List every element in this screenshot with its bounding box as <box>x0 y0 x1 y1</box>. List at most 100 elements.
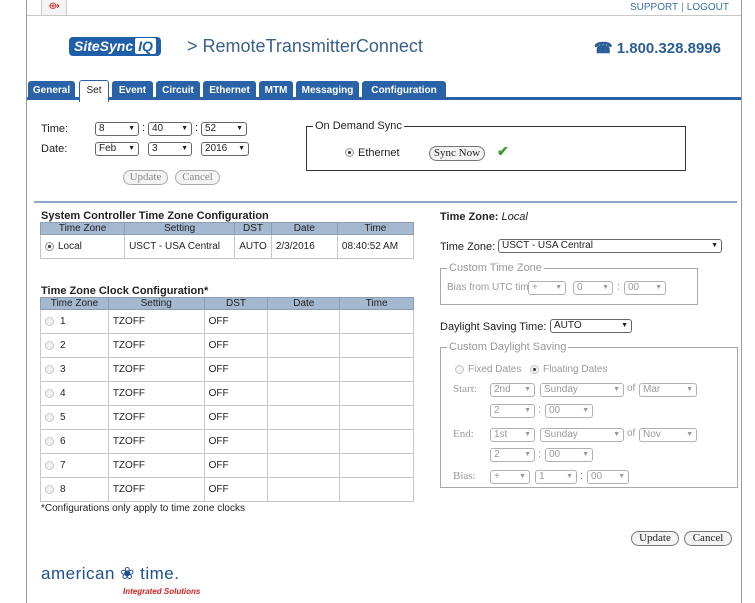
setting-cell: TZOFF <box>107 453 205 478</box>
bias2-minutes-value: 00 <box>591 471 603 482</box>
end-minute-select[interactable]: 00 ▼ <box>545 448 593 462</box>
bias2-hours-value: 1 <box>539 471 545 482</box>
sync-now-button[interactable]: Sync Now <box>429 146 485 161</box>
logout-link[interactable]: LOGOUT <box>687 2 729 13</box>
system-tz-title: System Controller Time Zone Configuratio… <box>41 210 269 222</box>
bias-sign-select[interactable]: + ▼ <box>528 281 566 295</box>
end-week-select[interactable]: 1st ▼ <box>490 428 535 442</box>
table-row: 8 TZOFF OFF <box>40 477 414 502</box>
end-day-select[interactable]: Sunday ▼ <box>540 428 624 442</box>
end-month-select[interactable]: Nov ▼ <box>639 428 697 442</box>
of-label: of <box>627 428 636 439</box>
zone-radio[interactable] <box>45 460 54 470</box>
start-day-select[interactable]: Sunday ▼ <box>540 383 624 397</box>
start-week-select[interactable]: 2nd ▼ <box>490 383 535 397</box>
year-select[interactable]: 2016 ▼ <box>201 142 249 156</box>
month-select[interactable]: Feb ▼ <box>95 142 139 156</box>
zone-radio[interactable] <box>45 436 54 446</box>
app-title: > RemoteTransmitterConnect <box>187 36 423 56</box>
column-header: Time Zone <box>40 297 109 310</box>
table-header-row: Time Zone Setting DST Date Time <box>39 222 415 235</box>
bias2-minutes-select[interactable]: 00 ▼ <box>587 470 629 484</box>
local-radio[interactable] <box>45 241 54 251</box>
favicon-tab[interactable]: ⟴ <box>41 0 67 16</box>
section-divider <box>34 201 737 203</box>
column-header: Time <box>339 297 414 310</box>
bias2-sign-select[interactable]: + ▼ <box>490 470 530 484</box>
bias-hours-select[interactable]: 0 ▼ <box>573 281 613 295</box>
zone-radio[interactable] <box>45 484 54 494</box>
chevron-down-icon: ▼ <box>582 451 589 458</box>
floating-dates-radio[interactable] <box>530 365 539 374</box>
setting-cell: TZOFF <box>107 309 205 334</box>
time-cancel-button[interactable]: Cancel <box>175 170 220 185</box>
hour-select[interactable]: 8 ▼ <box>95 122 139 136</box>
time-cell <box>339 357 414 382</box>
end-hour-select[interactable]: 2 ▼ <box>490 448 535 462</box>
tab-bar: General Set Event Circuit Ethernet MTM M… <box>27 79 741 102</box>
zone-cell: 4 <box>40 381 109 406</box>
tab-event[interactable]: Event <box>112 81 153 100</box>
tab-ethernet[interactable]: Ethernet <box>203 81 256 100</box>
top-bar: ⟴ SUPPORT | LOGOUT <box>27 0 741 16</box>
update-button[interactable]: Update <box>631 531 679 546</box>
colon-separator: : <box>580 470 584 482</box>
link-separator: | <box>681 2 684 13</box>
tab-messaging[interactable]: Messaging <box>296 81 359 100</box>
date-cell <box>267 357 341 382</box>
timezone-select[interactable]: USCT - USA Central ▼ <box>498 239 722 253</box>
timezone-value: USCT - USA Central <box>502 240 593 251</box>
on-demand-legend: On Demand Sync <box>313 120 404 132</box>
date-cell <box>267 453 341 478</box>
tab-configuration[interactable]: Configuration <box>362 81 446 100</box>
time-update-button[interactable]: Update <box>123 170 168 185</box>
floating-dates-label: Floating Dates <box>543 364 608 375</box>
tab-general[interactable]: General <box>28 81 75 100</box>
chevron-down-icon: ▼ <box>524 407 531 414</box>
zone-radio[interactable] <box>45 316 54 326</box>
header: SiteSync IQ > RemoteTransmitterConnect ☎ … <box>27 17 741 75</box>
minute-select[interactable]: 40 ▼ <box>148 122 192 136</box>
column-header: DST <box>234 222 272 235</box>
support-link[interactable]: SUPPORT <box>630 2 678 13</box>
date-cell <box>267 477 341 502</box>
tab-mtm[interactable]: MTM <box>259 81 293 100</box>
dst-cell: AUTO <box>234 234 272 259</box>
start-hour-value: 2 <box>494 405 500 416</box>
zone-radio[interactable] <box>45 340 54 350</box>
setting-cell: TZOFF <box>107 333 205 358</box>
end-week-value: 1st <box>494 429 508 440</box>
start-hour-select[interactable]: 2 ▼ <box>490 404 535 418</box>
ethernet-radio[interactable] <box>345 148 354 157</box>
zone-radio[interactable] <box>45 412 54 422</box>
date-cell: 2/3/2016 <box>270 234 338 259</box>
dst-cell: OFF <box>203 357 269 382</box>
bias2-hours-select[interactable]: 1 ▼ <box>535 470 577 484</box>
dst-cell: OFF <box>203 309 269 334</box>
zone-radio[interactable] <box>45 364 54 374</box>
dst-select[interactable]: AUTO ▼ <box>550 319 632 333</box>
setting-cell: USCT - USA Central <box>124 234 236 259</box>
time-cell <box>339 381 414 406</box>
day-select[interactable]: 3 ▼ <box>148 142 192 156</box>
end-label: End: <box>453 428 474 440</box>
colon-separator: : <box>142 122 146 134</box>
start-minute-select[interactable]: 00 ▼ <box>545 404 593 418</box>
bias-minutes-select[interactable]: 00 ▼ <box>624 281 666 295</box>
tab-circuit[interactable]: Circuit <box>156 81 200 100</box>
setting-cell: TZOFF <box>107 357 205 382</box>
clock-config-table: Time Zone Setting DST Date Time 1 TZOFF OF… <box>40 297 414 502</box>
tab-set[interactable]: Set <box>79 80 109 102</box>
cancel-button[interactable]: Cancel <box>684 531 732 546</box>
start-month-select[interactable]: Mar ▼ <box>639 383 697 397</box>
custom-dst-group: Custom Daylight Saving Fixed Dates Float… <box>440 341 738 488</box>
app-frame: ⟴ SUPPORT | LOGOUT SiteSync IQ > RemoteTran… <box>26 0 742 603</box>
date-cell <box>267 405 341 430</box>
top-links: SUPPORT | LOGOUT <box>630 2 729 13</box>
fixed-dates-radio[interactable] <box>455 365 464 374</box>
zone-radio[interactable] <box>45 388 54 398</box>
second-select[interactable]: 52 ▼ <box>201 122 247 136</box>
system-tz-table: Time Zone Setting DST Date Time Local US… <box>39 222 415 259</box>
sitesync-logo: SiteSync IQ <box>69 37 161 56</box>
colon-separator: : <box>195 122 199 134</box>
